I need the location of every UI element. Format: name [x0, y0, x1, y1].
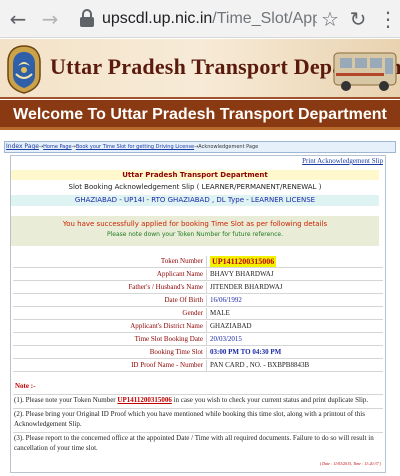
- table-row: Date Of Birth 16/06/1992: [13, 295, 383, 307]
- note-1-token: UP1411200315006: [117, 396, 172, 404]
- table-row: Token Number UP1411200315006: [13, 256, 383, 268]
- gender-value: MALE: [210, 309, 230, 317]
- district-value: GHAZIABAD: [210, 322, 252, 330]
- breadcrumb-home-link[interactable]: Home Page: [43, 144, 71, 150]
- notes-heading: Note :-: [15, 382, 36, 390]
- time-slot-value: 03:00 PM TO 04:30 PM: [210, 348, 282, 356]
- browser-toolbar: ← → upscdl.up.nic.in/Time_Slot/Appl ☆ ↻ …: [0, 0, 400, 38]
- id-proof-value: PAN CARD , NO. - BXBPB8843B: [210, 361, 310, 369]
- slip-office: GHAZIABAD - UP14I - RTO GHAZIABAD , DL T…: [11, 195, 379, 206]
- field-label: Applicant Name: [13, 269, 207, 280]
- more-menu-icon[interactable]: ⋮: [376, 7, 400, 31]
- back-arrow-icon[interactable]: ←: [6, 7, 30, 31]
- up-emblem-logo: [7, 45, 41, 94]
- token-reminder-text: Please note down your Token Number for f…: [106, 231, 283, 238]
- table-row: Time Slot Booking Date 20/03/2015: [13, 334, 383, 346]
- field-label: Booking Time Slot: [13, 347, 207, 358]
- print-row: Print Acknowledgement Slip: [11, 156, 385, 168]
- dob-value: 16/06/1992: [210, 296, 242, 304]
- field-label: ID Proof Name - Number: [13, 360, 207, 371]
- field-label: Date Of Birth: [13, 295, 207, 306]
- breadcrumb-current: Acknowledgement Page: [198, 144, 259, 150]
- generated-timestamp: ( Date : 11/03/2015, Time : 11:20:37 ): [319, 461, 381, 466]
- note-1: (1). Please note your Token Number UP141…: [13, 394, 383, 406]
- field-label: Token Number: [13, 256, 207, 267]
- breadcrumb: Index Page→Home Page→Book your Time Slot…: [4, 141, 396, 153]
- table-row: Father's / Husband's Name JITENDER BHARD…: [13, 282, 383, 294]
- print-acknowledgement-link[interactable]: Print Acknowledgement Slip: [302, 157, 383, 165]
- bus-image: [333, 52, 397, 91]
- success-message: You have successfully applied for bookin…: [11, 216, 379, 246]
- url-host: upscdl.up.nic.in: [102, 10, 213, 27]
- field-label: Time Slot Booking Date: [13, 334, 207, 345]
- url-path: /Time_Slot/Appl: [212, 10, 317, 27]
- acknowledgement-panel: Print Acknowledgement Slip Uttar Pradesh…: [10, 155, 386, 473]
- table-row: ID Proof Name - Number PAN CARD , NO. - …: [13, 360, 383, 372]
- field-label: Father's / Husband's Name: [13, 282, 207, 293]
- breadcrumb-index-link[interactable]: Index Page: [6, 143, 39, 150]
- address-bar[interactable]: upscdl.up.nic.in/Time_Slot/Appl: [102, 8, 317, 30]
- welcome-bar: Welcome To Uttar Pradesh Transport Depar…: [0, 100, 400, 130]
- token-number-value: UP1411200315006: [210, 256, 277, 267]
- note-1-text-end: in case you wish to check your current s…: [173, 396, 369, 404]
- father-name-value: JITENDER BHARDWAJ: [210, 283, 283, 291]
- slip-title: Slot Booking Acknowledgement Slip ( LEAR…: [11, 182, 379, 193]
- refresh-icon[interactable]: ↻: [346, 7, 370, 31]
- lock-icon[interactable]: [80, 9, 94, 27]
- applicant-name-value: BHAVY BHARDWAJ: [210, 270, 274, 278]
- note-2: (2). Please bring your Original ID Proof…: [13, 408, 383, 430]
- forward-arrow-icon[interactable]: →: [38, 7, 62, 31]
- booking-date-value: 20/03/2015: [210, 335, 242, 343]
- table-row: Gender MALE: [13, 308, 383, 320]
- note-1-text: (1). Please note your Token Number: [14, 396, 116, 404]
- header-banner: Uttar Pradesh Transport Department: [0, 39, 400, 99]
- field-label: Applicant's District Name: [13, 321, 207, 332]
- note-3: (3). Please report to the concerned offi…: [13, 432, 383, 454]
- success-text: You have successfully applied for bookin…: [62, 220, 328, 228]
- table-row: Applicant's District Name GHAZIABAD: [13, 321, 383, 333]
- field-label: Gender: [13, 308, 207, 319]
- table-row: Applicant Name BHAVY BHARDWAJ: [13, 269, 383, 281]
- bookmark-star-icon[interactable]: ☆: [318, 7, 342, 31]
- slip-department: Uttar Pradesh Transport Department: [11, 170, 379, 180]
- breadcrumb-book-link[interactable]: Book your Time Slot for getting Driving …: [76, 144, 194, 150]
- table-row: Booking Time Slot 03:00 PM TO 04:30 PM: [13, 347, 383, 359]
